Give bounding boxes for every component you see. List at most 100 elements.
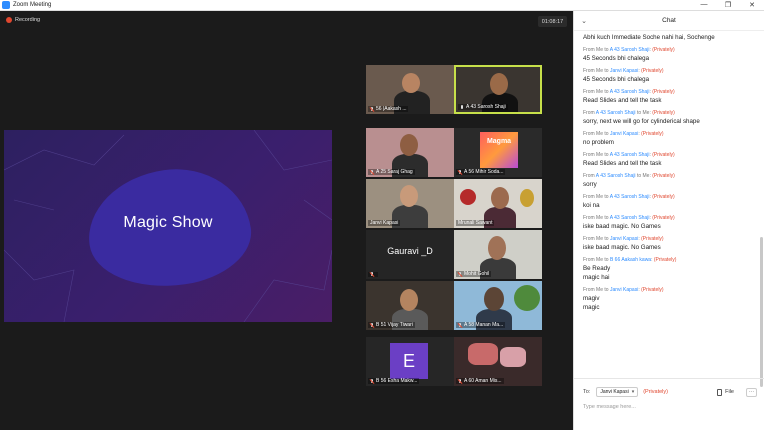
chat-message: From Me to Janvi Kapasi: (Privately) magi… (583, 287, 761, 312)
message-text: no problem (583, 139, 614, 146)
chat-message: From A 43 Sarosh Shaji to Me: (Privately… (583, 173, 761, 189)
message-sender[interactable]: A 43 Sarosh Shaji (596, 173, 636, 179)
chat-message: Abhi kuch Immediate Soche nahi hai, Soch… (583, 33, 761, 42)
message-meta: From Me to A 43 Sarosh Shaji: (Privately… (583, 152, 675, 158)
recipient-select[interactable]: Janvi Kapasi ▾ (596, 387, 639, 397)
privately-label: (Privately) (641, 68, 664, 74)
file-label: File (725, 389, 734, 395)
message-from-label: From Me to (583, 236, 609, 242)
participant-tile[interactable]: Mohit Gohil (454, 230, 542, 279)
message-meta: From Me to A 43 Sarosh Shaji: (Privately… (583, 194, 675, 200)
message-recipient[interactable]: Janvi Kapasi (610, 131, 638, 137)
message-from-label: From Me to (583, 47, 609, 53)
participant-tile[interactable]: E B 56 Esha Makw... (366, 337, 454, 386)
privately-label: (Privately) (652, 89, 675, 95)
participant-display-name: Gauravi _D (387, 246, 433, 256)
message-text: iske baad magic. No Games (583, 244, 661, 251)
message-text: koi na (583, 202, 600, 209)
privately-label: (Privately) (652, 215, 675, 221)
message-meta: From Me to Janvi Kapasi: (Privately) (583, 131, 664, 137)
message-from-label: From Me to (583, 215, 609, 221)
participant-tile[interactable]: Gauravi _D (366, 230, 454, 279)
message-recipient[interactable]: A 43 Sarosh Shaji (610, 194, 650, 200)
message-text: 45 Seconds bhi chalega (583, 55, 650, 62)
message-from-label: From Me to (583, 89, 609, 95)
participant-tile[interactable]: A 58 Manan Ma... (454, 281, 542, 330)
message-meta: From Me to B 66 Aakash kawa: (Privately) (583, 257, 677, 263)
mic-muted-icon (370, 106, 374, 112)
mic-muted-icon (458, 322, 462, 328)
privately-label: (Privately) (641, 131, 664, 137)
file-icon (717, 388, 723, 396)
message-text: 45 Seconds bhi chalega (583, 76, 650, 83)
message-recipient[interactable]: Janvi Kapasi (610, 236, 638, 242)
participant-tile[interactable]: B 51 Vijay Tiwari (366, 281, 454, 330)
chat-message: From Me to A 43 Sarosh Shaji: (Privately… (583, 215, 761, 231)
maximize-button[interactable]: ❐ (716, 1, 740, 9)
participant-name: Janvi Kapasi (370, 220, 399, 226)
participant-name: Mrunali Sawant (458, 220, 493, 226)
message-text: iske baad magic. No Games (583, 223, 661, 230)
participant-name: A 25 Saraj Ghag (376, 169, 413, 175)
slide-title: Magic Show (123, 214, 213, 231)
message-recipient[interactable]: Janvi Kapasi (610, 287, 638, 293)
chat-message: From Me to Janvi Kapasi: (Privately) 45 S… (583, 68, 761, 84)
file-button[interactable]: File (717, 388, 734, 396)
title-bar: Zoom Meeting — ❐ ✕ (0, 0, 764, 11)
chat-message: From Me to A 43 Sarosh Shaji: (Privately… (583, 89, 761, 105)
message-text: magic hai (583, 274, 610, 281)
recording-label: Recording (15, 17, 41, 23)
participant-name: A 56 Mihir Soda... (464, 169, 504, 175)
message-meta: From Me to Janvi Kapasi: (Privately) (583, 68, 664, 74)
close-button[interactable]: ✕ (740, 1, 764, 9)
participant-tile[interactable]: Janvi Kapasi (366, 179, 454, 228)
message-from-label: From Me to (583, 257, 609, 263)
message-recipient[interactable]: A 43 Sarosh Shaji (610, 89, 650, 95)
privately-label: (Privately) (643, 389, 668, 395)
mic-muted-icon (370, 378, 374, 384)
message-meta: From A 43 Sarosh Shaji to Me: (Privately… (583, 110, 761, 117)
participant-tile-active-speaker[interactable]: A 43 Sarosh Shaji (454, 65, 542, 114)
chat-messages[interactable]: Abhi kuch Immediate Soche nahi hai, Soch… (574, 33, 761, 378)
message-recipient[interactable]: B 66 Aakash kawa (610, 257, 651, 263)
privately-label: (Privately) (653, 257, 677, 263)
participant-name: A 58 Manan Ma... (464, 322, 504, 328)
message-meta: From Me to A 43 Sarosh Shaji: (Privately… (583, 47, 675, 53)
message-sender[interactable]: A 43 Sarosh Shaji (596, 110, 636, 116)
mic-muted-icon (458, 169, 462, 175)
message-text: Abhi kuch Immediate Soche nahi hai, Soch… (583, 34, 715, 41)
message-from-label: From Me to (583, 152, 609, 158)
chat-message: From Me to A 43 Sarosh Shaji: (Privately… (583, 47, 761, 63)
message-meta: From Me to Janvi Kapasi: (Privately) (583, 287, 664, 293)
message-recipient[interactable]: A 43 Sarosh Shaji (610, 152, 650, 158)
message-recipient[interactable]: Janvi Kapasi (610, 68, 638, 74)
participant-tile[interactable]: Mrunali Sawant (454, 179, 542, 228)
message-input[interactable] (583, 404, 753, 410)
message-text: magiv (583, 295, 600, 302)
meeting-timer: 01:08:17 (538, 16, 567, 27)
recording-indicator[interactable]: Recording (6, 17, 40, 23)
participant-name: A 60 Aman Mis... (464, 378, 502, 384)
more-options-button[interactable]: ··· (746, 387, 757, 397)
participant-tile[interactable]: A 60 Aman Mis... (454, 337, 542, 386)
participant-tile[interactable]: A 25 Saraj Ghag (366, 128, 454, 177)
chevron-down-icon[interactable]: ⌄ (574, 17, 594, 25)
mic-muted-icon (370, 272, 374, 277)
chat-scrollbar[interactable] (760, 237, 763, 387)
avatar-letter: E (390, 343, 428, 379)
message-to-me-label: to Me: (636, 173, 651, 179)
message-recipient[interactable]: A 43 Sarosh Shaji (610, 215, 650, 221)
participant-tile[interactable]: Magma A 56 Mihir Soda... (454, 128, 542, 177)
participant-tile[interactable]: 56 |Aakash ... (366, 65, 454, 114)
chat-panel: ⌄ Chat Abhi kuch Immediate Soche nahi ha… (573, 11, 764, 430)
participant-name: A 43 Sarosh Shaji (466, 104, 506, 110)
zoom-logo-icon (2, 1, 10, 9)
participant-name: 56 |Aakash ... (376, 106, 407, 112)
chat-message: From Me to Janvi Kapasi: (Privately) iske… (583, 236, 761, 252)
message-meta: From Me to Janvi Kapasi: (Privately) (583, 236, 664, 242)
privately-label: (Privately) (652, 173, 675, 179)
minimize-button[interactable]: — (692, 1, 716, 9)
message-recipient[interactable]: A 43 Sarosh Shaji (610, 47, 650, 53)
chat-message: From Me to A 43 Sarosh Shaji: (Privately… (583, 194, 761, 210)
mic-icon (460, 104, 464, 110)
